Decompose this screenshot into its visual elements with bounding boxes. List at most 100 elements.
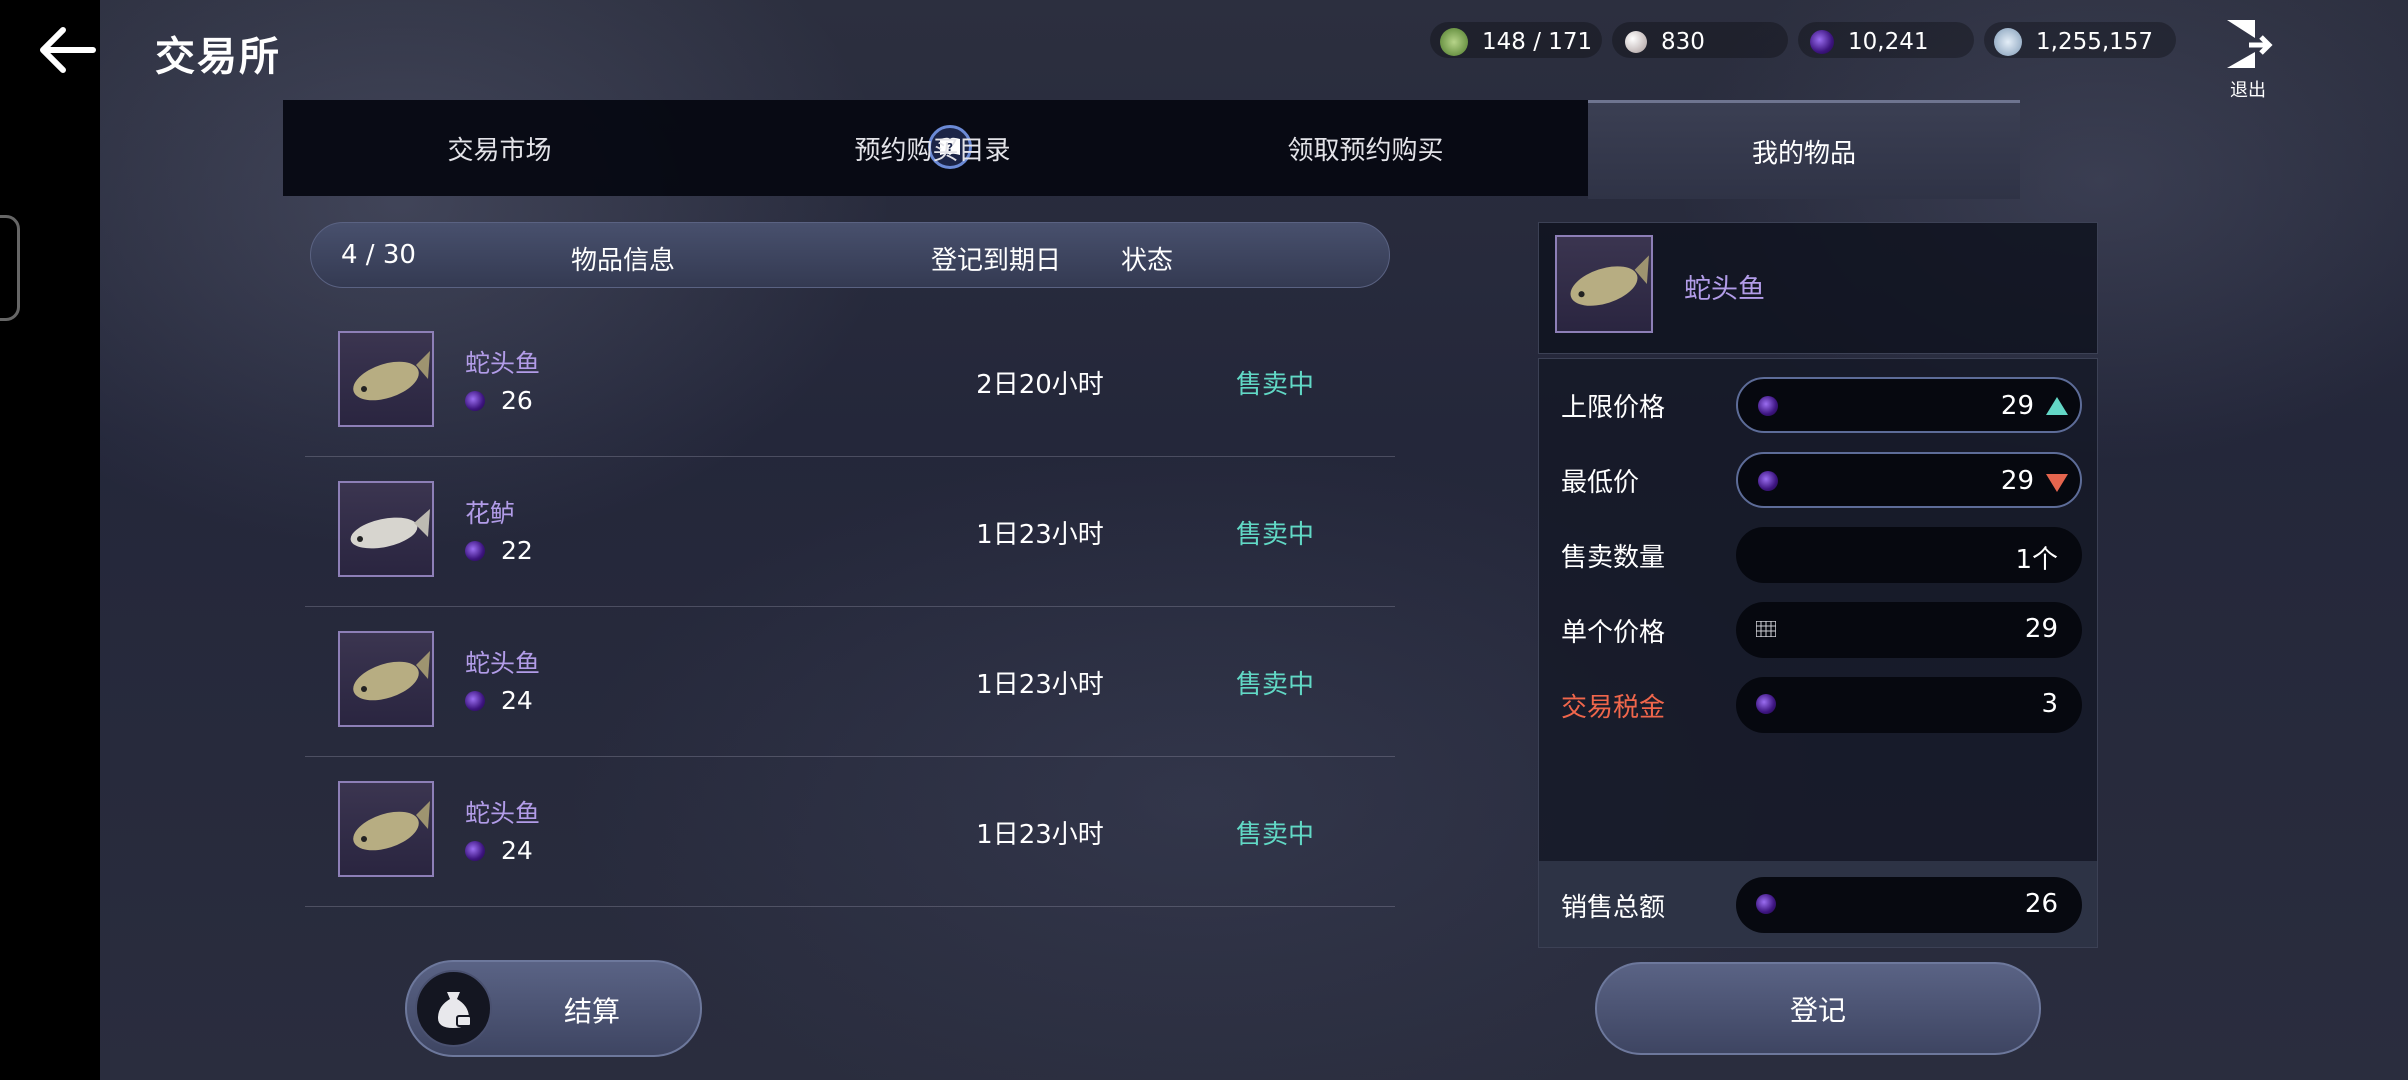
keypad-icon (1756, 621, 1776, 637)
snakehead-fish-icon (338, 781, 434, 877)
purple-orb-icon (465, 390, 485, 411)
item-expiry: 1日23小时 (976, 820, 1104, 850)
list-item[interactable]: 花鲈 22 1日23小时 售卖中 (305, 456, 1395, 607)
min-price-field[interactable]: 29 (1736, 452, 2082, 508)
tab-bar: 交易市场 ? 预约购买目录 领取预约购买 我的物品 (283, 100, 2020, 199)
purple-orb-icon (465, 540, 485, 561)
pearl-value: 830 (1661, 29, 1705, 55)
settle-label: 结算 (564, 995, 621, 1028)
currency-silver: 1,255,157 (1994, 22, 2153, 62)
quantity-value: 1个 (2015, 545, 2058, 575)
device-bezel (0, 0, 100, 1080)
price-detail-panel: 上限价格 29 最低价 29 售卖数量 1个 单个价格 29 交易税金 3 销售… (1538, 358, 2098, 948)
tax-field: 3 (1736, 677, 2082, 733)
purple-orb-icon (465, 690, 485, 711)
item-price-value: 22 (501, 536, 533, 565)
item-price: 24 (465, 686, 533, 715)
page-title: 交易所 (155, 34, 281, 80)
item-name: 花鲈 (465, 499, 516, 528)
item-name: 蛇头鱼 (465, 349, 541, 378)
total-field: 26 (1736, 877, 2082, 933)
quantity-field[interactable]: 1个 (1736, 527, 2082, 583)
silver-coin-icon (1994, 28, 2022, 56)
arrow-down-icon (2046, 474, 2068, 492)
arrow-up-icon (2046, 397, 2068, 415)
column-expiry: 登记到期日 (931, 246, 1062, 276)
item-price: 26 (465, 386, 533, 415)
snakehead-fish-icon (338, 331, 434, 427)
tax-label: 交易税金 (1561, 693, 1666, 723)
snakehead-fish-icon (1555, 235, 1653, 333)
max-price-label: 上限价格 (1561, 393, 1666, 423)
item-name: 蛇头鱼 (465, 799, 541, 828)
list-item[interactable]: 蛇头鱼 26 2日20小时 售卖中 (305, 306, 1395, 457)
selected-item-name: 蛇头鱼 (1684, 274, 1765, 305)
item-price-value: 26 (501, 386, 533, 415)
item-status: 售卖中 (1235, 670, 1314, 700)
item-status: 售卖中 (1235, 370, 1314, 400)
unit-price-label: 单个价格 (1561, 618, 1666, 648)
purple-orb-icon (1756, 694, 1776, 714)
register-button[interactable]: 登记 (1595, 962, 2041, 1055)
energy-value: 148 / 171 (1482, 29, 1593, 55)
pearl-icon (1625, 31, 1647, 53)
unit-price-field[interactable]: 29 (1736, 602, 2082, 658)
item-count: 4 / 30 (341, 240, 416, 270)
money-bag-icon (415, 970, 492, 1047)
unit-price-value: 29 (2024, 614, 2058, 644)
exit-button[interactable]: 退出 (2218, 18, 2278, 101)
back-button[interactable] (35, 22, 99, 78)
total-label: 销售总额 (1561, 893, 1666, 923)
min-price-value: 29 (2000, 466, 2034, 496)
register-label: 登记 (1789, 993, 1846, 1027)
item-status: 售卖中 (1235, 520, 1314, 550)
back-arrow-icon (40, 27, 96, 73)
item-status: 售卖中 (1235, 820, 1314, 850)
currency-pearl: 830 (1625, 22, 1705, 62)
quantity-label: 售卖数量 (1561, 543, 1666, 573)
item-expiry: 1日23小时 (976, 520, 1104, 550)
column-status: 状态 (1121, 246, 1174, 276)
tab-market[interactable]: 交易市场 (283, 100, 716, 196)
selected-item-header: 蛇头鱼 (1538, 222, 2098, 354)
item-price: 24 (465, 836, 533, 865)
currency-orb: 10,241 (1810, 22, 1928, 62)
purple-orb-icon (465, 840, 485, 861)
min-price-label: 最低价 (1561, 468, 1640, 498)
currency-energy: 148 / 171 (1440, 22, 1592, 62)
exit-label: 退出 (2230, 80, 2266, 101)
tab-claim-reservation[interactable]: 领取预约购买 (1149, 100, 1582, 196)
list-item[interactable]: 蛇头鱼 24 1日23小时 售卖中 (305, 606, 1395, 757)
tab-market-label: 交易市场 (447, 135, 552, 166)
tab-reservation-catalog[interactable]: 预约购买目录 (716, 100, 1149, 196)
item-price: 22 (465, 536, 533, 565)
exit-door-icon (2227, 20, 2273, 68)
total-value: 26 (2024, 889, 2058, 919)
side-indicator (0, 215, 20, 321)
tax-value: 3 (2041, 689, 2058, 719)
purple-orb-icon (1758, 396, 1778, 416)
item-price-value: 24 (501, 686, 533, 715)
item-expiry: 2日20小时 (976, 370, 1104, 400)
purple-orb-icon (1758, 471, 1778, 491)
column-item-info: 物品信息 (571, 246, 676, 276)
total-section: 销售总额 26 (1539, 861, 2097, 947)
tab-my-items[interactable]: 我的物品 (1588, 100, 2020, 199)
item-name: 蛇头鱼 (465, 649, 541, 678)
settle-button[interactable]: 结算 (405, 960, 702, 1057)
silver-value: 1,255,157 (2036, 29, 2154, 55)
tab-claim-reservation-label: 领取预约购买 (1287, 135, 1444, 166)
max-price-value: 29 (2000, 391, 2034, 421)
list-header: 4 / 30 物品信息 登记到期日 状态 (310, 222, 1390, 288)
item-price-value: 24 (501, 836, 533, 865)
purple-orb-icon (1756, 894, 1776, 914)
snakehead-fish-icon (338, 631, 434, 727)
list-item[interactable]: 蛇头鱼 24 1日23小时 售卖中 (305, 756, 1395, 907)
energy-icon (1440, 28, 1468, 56)
tab-my-items-label: 我的物品 (1751, 138, 1856, 169)
orb-value: 10,241 (1848, 29, 1929, 55)
sea-bass-icon (338, 481, 434, 577)
max-price-field[interactable]: 29 (1736, 377, 2082, 433)
tab-reservation-catalog-label: 预约购买目录 (854, 135, 1011, 166)
item-expiry: 1日23小时 (976, 670, 1104, 700)
